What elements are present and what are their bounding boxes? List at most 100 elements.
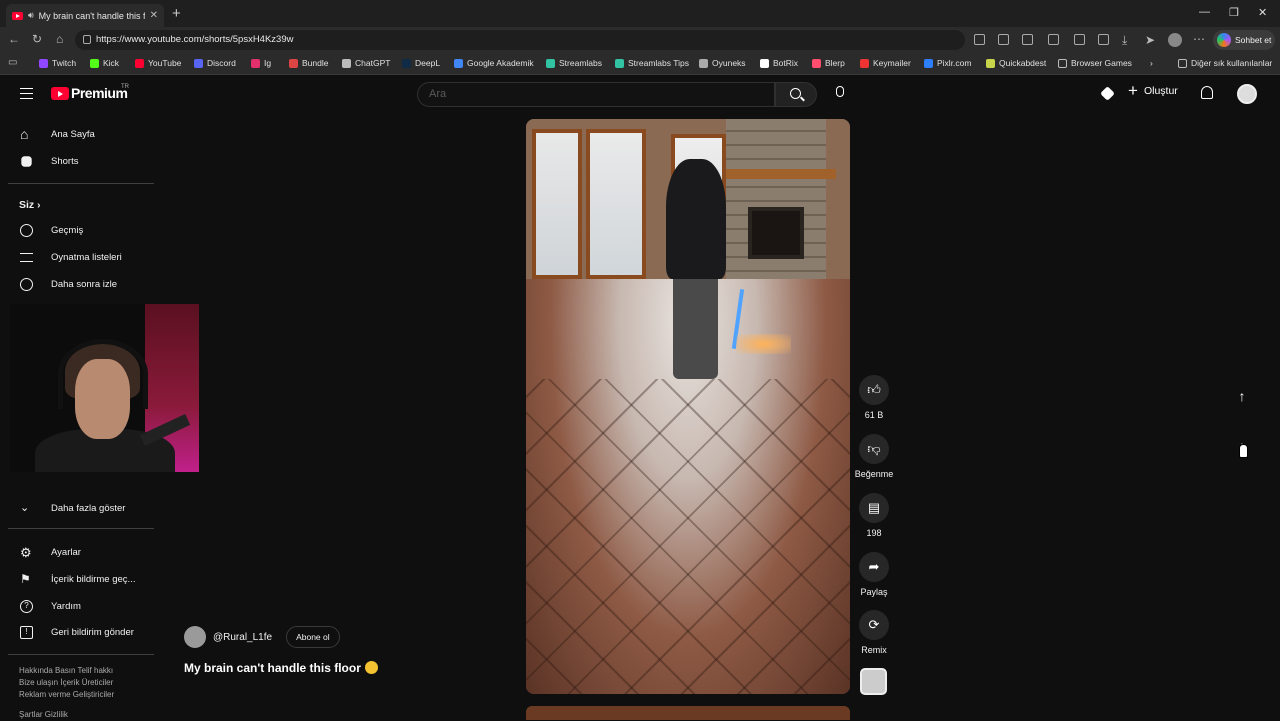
bookmark-item[interactable]: Streamlabs Tips — [615, 58, 689, 68]
sidebar-item-watch-later[interactable]: Daha sonra izle — [0, 271, 160, 297]
bookmark-item[interactable]: Google Akademik — [454, 58, 534, 68]
like-button[interactable]: 👍︎ 61 B — [853, 375, 895, 420]
channel-info: @Rural_L1fe Abone ol — [184, 626, 340, 648]
webcam-overlay — [10, 304, 199, 472]
other-bookmarks[interactable]: Diğer sık kullanılanlar — [1178, 58, 1272, 68]
sound-thumbnail[interactable] — [860, 668, 887, 695]
extension-icon[interactable] — [1022, 34, 1033, 45]
extension-icon[interactable] — [1074, 34, 1085, 45]
extension-icon[interactable] — [974, 34, 985, 45]
copilot-button[interactable]: Sohbet et — [1213, 30, 1275, 50]
bookmark-item[interactable]: Oyuneks — [699, 58, 746, 68]
bookmark-item[interactable]: ChatGPT — [342, 58, 390, 68]
bookmark-label: Discord — [207, 58, 236, 68]
bookmark-item[interactable]: Blerp — [812, 58, 845, 68]
create-button[interactable]: + Oluştur — [1128, 81, 1178, 100]
bookmark-label: Browser Games — [1071, 58, 1132, 68]
collections-icon[interactable] — [1098, 34, 1109, 45]
short-title[interactable]: My brain can't handle this floor — [184, 661, 378, 675]
previous-short-button[interactable]: ↑ — [1229, 383, 1255, 409]
comments-button[interactable]: ▤ 198 — [853, 493, 895, 538]
youtube-logo-icon[interactable] — [51, 87, 69, 100]
logo-text[interactable]: Premium — [71, 85, 128, 101]
bookmark-item[interactable]: Bundle — [289, 58, 328, 68]
profile-icon[interactable] — [1168, 33, 1182, 47]
microphone-icon[interactable] — [836, 86, 844, 97]
download-icon[interactable]: ⤓ — [1122, 33, 1127, 48]
bookmark-item[interactable]: YouTube — [135, 58, 181, 68]
bookmark-item[interactable]: BotRix — [760, 58, 798, 68]
bookmark-label: BotRix — [773, 58, 799, 68]
bookmark-item[interactable]: Streamlabs — [546, 58, 602, 68]
comment-icon: ▤ — [859, 493, 889, 523]
browser-tab[interactable]: 🔊︎ My brain can't handle this floo ✕ — [6, 4, 164, 27]
bookmark-item[interactable]: Discord — [194, 58, 236, 68]
sidebar-item-settings[interactable]: ⚙ Ayarlar — [0, 539, 160, 565]
bookmark-item[interactable]: Twitch — [39, 58, 76, 68]
channel-name[interactable]: @Rural_L1fe — [213, 632, 272, 643]
bookmark-item[interactable]: Browser Games — [1058, 58, 1132, 68]
sidebar-item-feedback[interactable]: ! Geri bildirim gönder — [0, 619, 160, 645]
browser-titlebar: 🔊︎ My brain can't handle this floo ✕ + —… — [0, 0, 1280, 27]
sidebar-item-home[interactable]: ⌂ Ana Sayfa — [0, 121, 160, 147]
footer-links-2[interactable]: Bize ulaşın İçerik Üreticiler — [19, 677, 113, 689]
search-input[interactable]: Ara — [417, 82, 775, 107]
sidebar-show-more[interactable]: ⌄ Daha fazla göster — [0, 495, 160, 521]
share-button[interactable]: ➦ Paylaş — [853, 552, 895, 597]
more-options-icon[interactable]: ⋯ — [1193, 32, 1205, 46]
extension-icon[interactable] — [998, 34, 1009, 45]
bookmark-item[interactable]: DeepL — [402, 58, 440, 68]
refresh-icon[interactable]: ↻ — [32, 32, 42, 46]
channel-avatar[interactable] — [184, 626, 206, 648]
bookmark-item[interactable]: Quickabdest — [986, 58, 1046, 68]
sidebar-item-help[interactable]: ? Yardım — [0, 593, 160, 619]
tab-title: My brain can't handle this floo — [38, 10, 145, 21]
close-window-icon[interactable]: ✕ — [1258, 6, 1267, 19]
notifications-icon[interactable] — [1201, 86, 1213, 99]
sidebar-item-report-history[interactable]: ⚑ İçerik bildirme geç... — [0, 566, 160, 592]
remix-button[interactable]: ⟳ Remix — [853, 610, 895, 655]
footer-links-1[interactable]: Hakkında Basın Telif hakkı — [19, 665, 113, 677]
home-icon: ⌂ — [20, 125, 29, 142]
section-you[interactable]: Siz › — [19, 199, 40, 211]
minimize-icon[interactable]: — — [1199, 6, 1210, 18]
video-flame — [736, 334, 791, 354]
bookmark-item[interactable]: Keymailer — [860, 58, 911, 68]
collections-bar-icon[interactable]: ▭ — [8, 57, 17, 68]
footer-links-3[interactable]: Reklam verme Geliştiriciler — [19, 689, 114, 701]
sparkle-icon[interactable] — [1100, 86, 1115, 101]
dislike-button[interactable]: 👎︎ Beğenme — [853, 434, 895, 479]
search-button[interactable] — [775, 82, 817, 107]
new-tab-icon[interactable]: + — [172, 5, 181, 22]
speaker-icon[interactable]: 🔊︎ — [28, 10, 34, 21]
sidebar-item-playlists[interactable]: Oynatma listeleri — [0, 244, 160, 270]
share-browser-icon[interactable]: ➤ — [1145, 33, 1155, 47]
avatar[interactable] — [1237, 84, 1257, 104]
bookmarks-bar: ▭ Twitch Kick YouTube Discord Ig Bundle … — [0, 53, 1280, 75]
chevron-down-icon: ⌄ — [20, 501, 30, 514]
next-short-preview[interactable] — [526, 706, 850, 720]
video-mantel — [726, 169, 836, 179]
sidebar-item-history[interactable]: Geçmiş — [0, 217, 160, 243]
split-screen-icon[interactable] — [1048, 34, 1059, 45]
bookmark-icon — [342, 58, 351, 68]
sidebar-item-shorts[interactable]: Shorts — [0, 148, 160, 174]
home-browser-icon[interactable]: ⌂ — [56, 32, 63, 46]
bookmark-item[interactable]: Pixlr.com — [924, 58, 971, 68]
region-code: TR — [121, 84, 129, 90]
bookmark-label: Quickabdest — [999, 58, 1047, 68]
youtube-header: Premium TR Ara + Oluştur — [0, 76, 1280, 114]
chevron-right-icon[interactable]: › — [1150, 58, 1153, 68]
short-video-player[interactable] — [526, 119, 850, 694]
plus-icon: + — [1128, 81, 1138, 100]
bookmark-item[interactable]: Ig — [251, 58, 271, 68]
menu-icon[interactable] — [20, 88, 33, 99]
like-count: 61 B — [864, 410, 884, 420]
close-tab-icon[interactable]: ✕ — [150, 10, 158, 21]
restore-icon[interactable]: ❐ — [1229, 6, 1239, 19]
subscribe-button[interactable]: Abone ol — [286, 626, 340, 648]
back-icon[interactable]: ← — [8, 32, 20, 46]
footer-links-4[interactable]: Şartlar Gizlilik — [19, 709, 68, 721]
url-field[interactable]: https://www.youtube.com/shorts/5psxH4Kz3… — [75, 30, 965, 50]
bookmark-item[interactable]: Kick — [90, 58, 119, 68]
